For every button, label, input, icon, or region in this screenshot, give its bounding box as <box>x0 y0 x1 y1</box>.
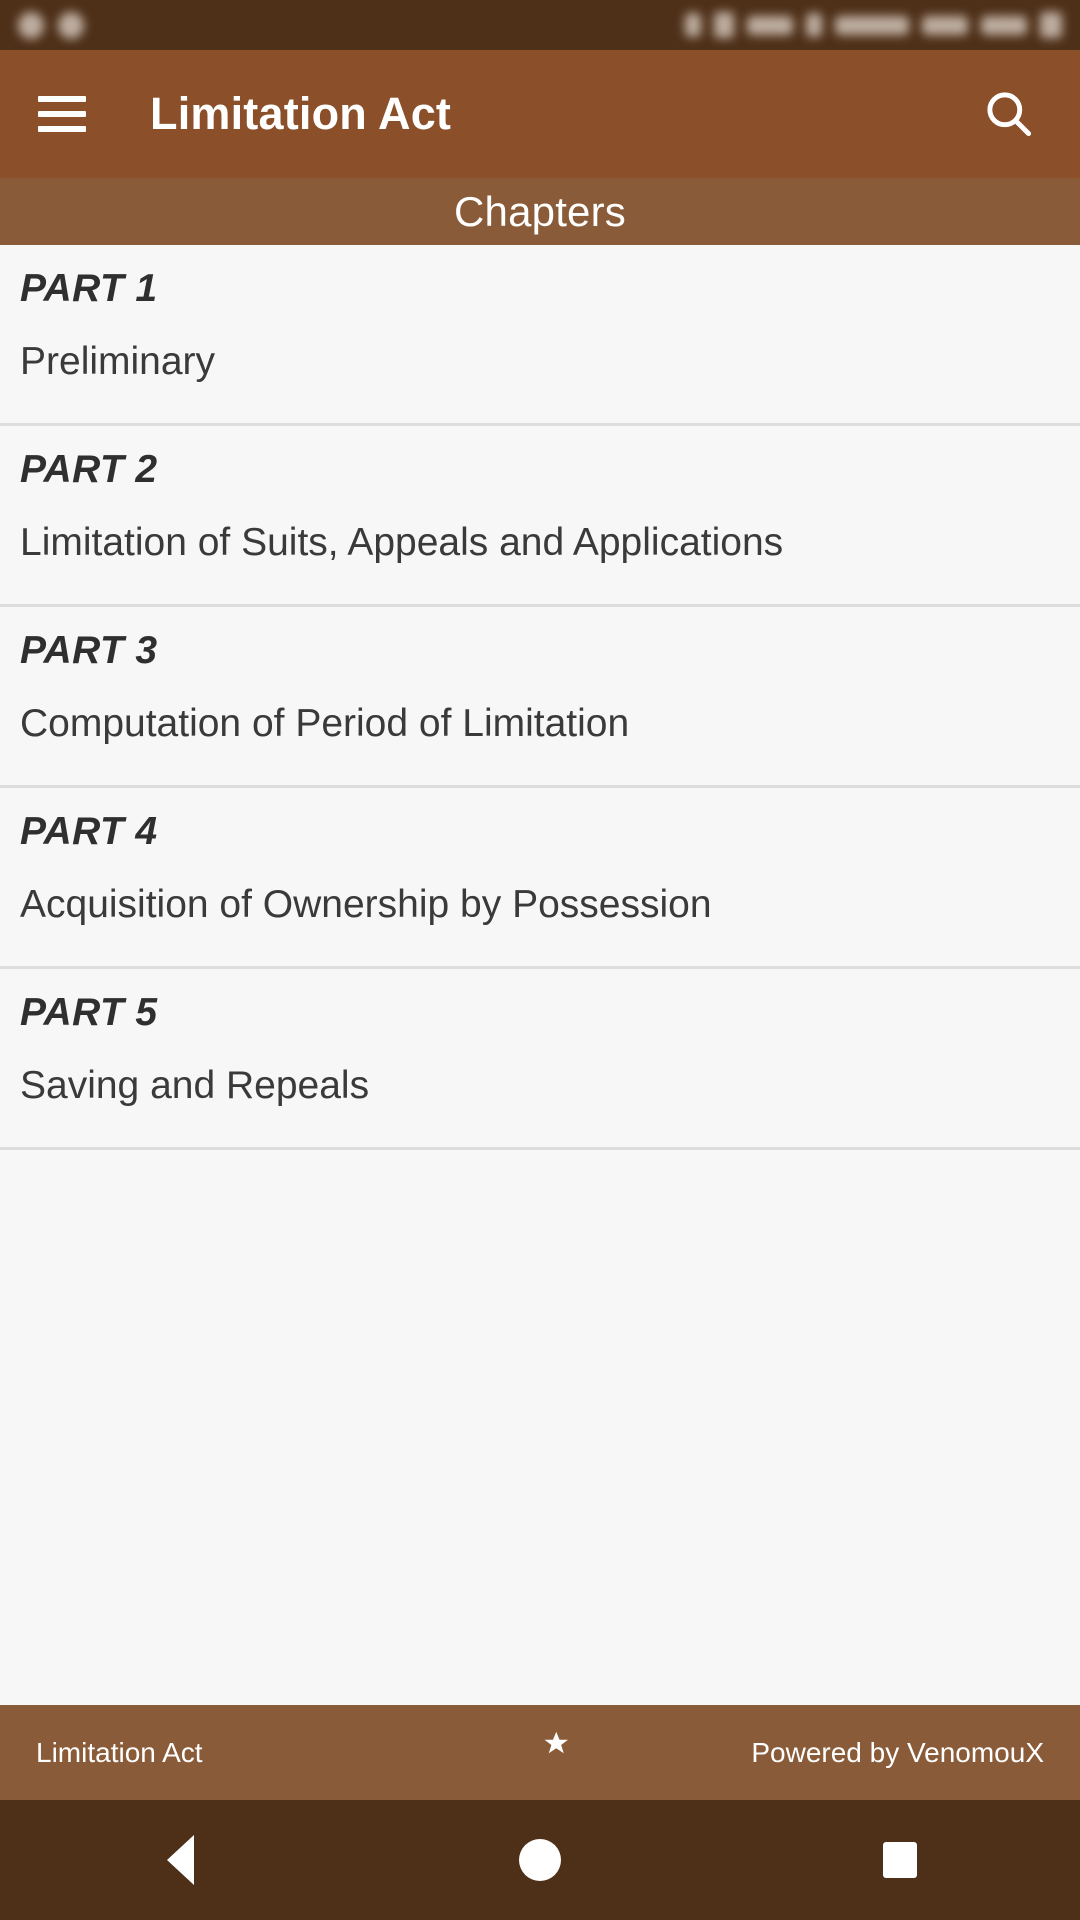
clock-text <box>981 15 1027 35</box>
chapter-part-label: PART 5 <box>20 991 158 1034</box>
status-bar-right-icons <box>685 0 1062 50</box>
footer-app-name: Limitation Act <box>36 1736 203 1768</box>
chapter-name-label: Limitation of Suits, Appeals and Applica… <box>20 520 784 564</box>
chapter-list: PART 1 Preliminary PART 2 Limitation of … <box>0 245 1080 1705</box>
hamburger-bar <box>38 126 86 132</box>
notification-icon <box>58 11 84 39</box>
alarm-icon <box>806 13 822 37</box>
battery-icon <box>1040 12 1062 38</box>
chapter-part-label: PART 2 <box>20 448 158 491</box>
chapters-section-header: Chapters <box>0 178 1080 245</box>
chapter-name-label: Computation of Period of Limitation <box>20 701 630 745</box>
chapter-name-label: Preliminary <box>20 339 216 383</box>
list-item[interactable]: PART 3 Computation of Period of Limitati… <box>0 607 1080 788</box>
footer-powered-by: Powered by VenomouX <box>751 1736 1044 1768</box>
vibrate-icon <box>714 12 734 38</box>
crescent-moon-star-icon <box>497 1710 583 1796</box>
battery-percent-text <box>747 15 793 35</box>
app-bar: Limitation Act <box>0 50 1080 178</box>
recents-square-icon[interactable] <box>840 1800 960 1920</box>
chapter-part-label: PART 4 <box>20 810 158 853</box>
back-triangle-icon[interactable] <box>120 1800 240 1920</box>
android-navigation-bar <box>0 1800 1080 1920</box>
wifi-icon <box>835 15 909 35</box>
status-bar <box>0 0 1080 50</box>
chapter-part-label: PART 1 <box>20 267 158 310</box>
signal-icon <box>922 15 968 35</box>
recents-square-shape <box>883 1842 917 1878</box>
app-screen: Limitation Act Chapters PART 1 Prelimina… <box>0 0 1080 1920</box>
footer-bar: Limitation Act Powered by VenomouX <box>0 1705 1080 1800</box>
list-item[interactable]: PART 1 Preliminary <box>0 245 1080 426</box>
list-item[interactable]: PART 5 Saving and Repeals <box>0 969 1080 1150</box>
app-title: Limitation Act <box>150 88 452 139</box>
bluetooth-icon <box>685 13 701 37</box>
back-triangle-shape <box>166 1835 194 1885</box>
home-circle-icon[interactable] <box>480 1800 600 1920</box>
hamburger-bar <box>38 96 86 102</box>
hamburger-menu-icon[interactable] <box>38 96 86 132</box>
notification-icon <box>18 11 44 39</box>
chapter-name-label: Saving and Repeals <box>20 1063 370 1107</box>
hamburger-bar <box>38 111 86 117</box>
status-bar-left-icons <box>18 11 84 39</box>
list-item[interactable]: PART 4 Acquisition of Ownership by Posse… <box>0 788 1080 969</box>
list-item[interactable]: PART 2 Limitation of Suits, Appeals and … <box>0 426 1080 607</box>
search-icon[interactable] <box>974 79 1044 149</box>
home-circle-shape <box>519 1839 561 1881</box>
chapter-part-label: PART 3 <box>20 629 158 672</box>
chapters-header-label: Chapters <box>453 187 627 235</box>
chapter-name-label: Acquisition of Ownership by Possession <box>20 882 712 926</box>
